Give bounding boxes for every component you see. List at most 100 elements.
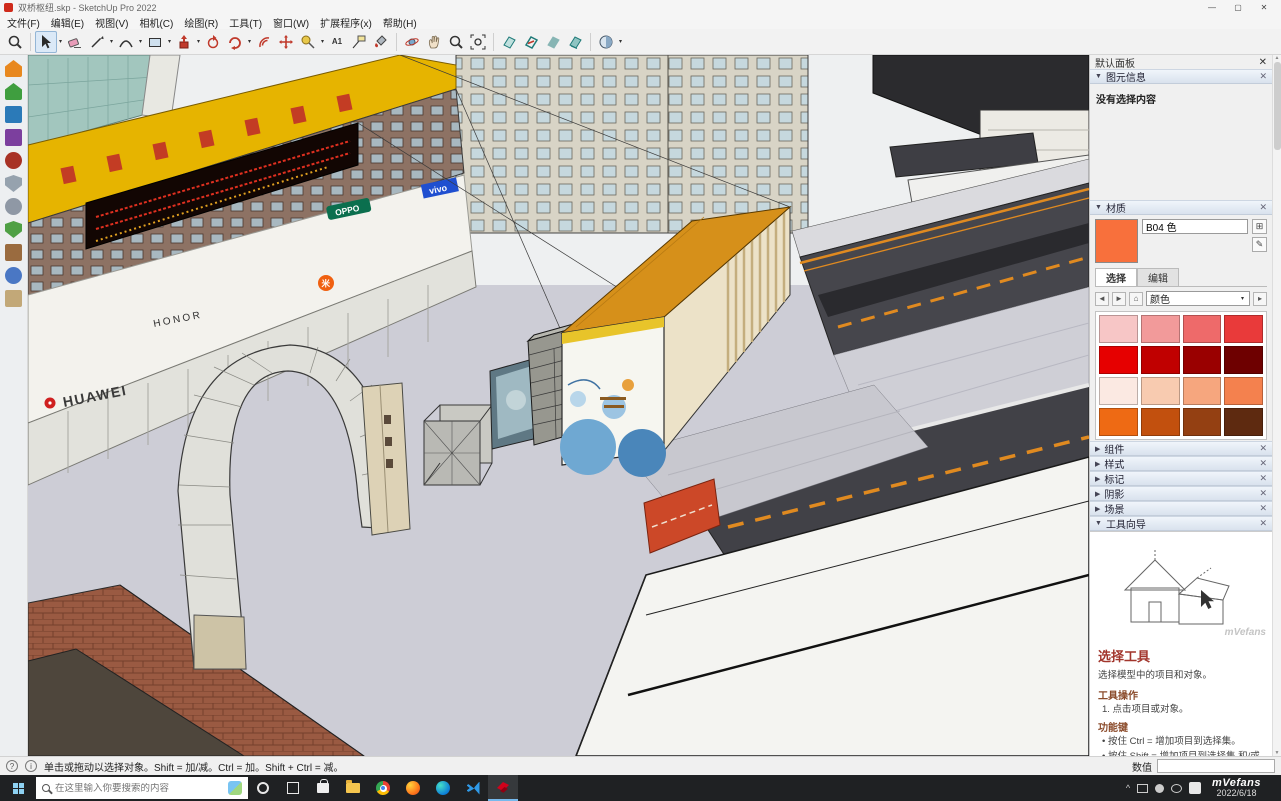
section-tags[interactable]: ▶ 标记 ✕: [1090, 471, 1272, 486]
menu-view[interactable]: 视图(V): [95, 15, 128, 30]
section-display-toggle-button[interactable]: [520, 31, 542, 53]
color-swatch[interactable]: [1224, 408, 1263, 436]
in-model-button[interactable]: ⌂: [1129, 292, 1143, 306]
menu-draw[interactable]: 绘图(R): [184, 15, 218, 30]
firefox-button[interactable]: [398, 775, 428, 801]
model-viewport[interactable]: vivo OPPO 米 HONOR HUAWEI: [28, 55, 1089, 756]
instructor-close-icon[interactable]: ✕: [1259, 518, 1267, 529]
cube-purple-icon[interactable]: [5, 129, 22, 146]
orbit-tool-button[interactable]: [401, 31, 423, 53]
scrollbar-thumb[interactable]: [1274, 62, 1281, 150]
section-close-icon[interactable]: ✕: [1259, 473, 1267, 484]
color-swatch[interactable]: [1141, 408, 1180, 436]
measurements-input[interactable]: [1157, 759, 1275, 773]
color-swatch[interactable]: [1141, 315, 1180, 343]
ime-icon[interactable]: [1189, 782, 1201, 794]
menu-camera[interactable]: 相机(C): [139, 15, 173, 30]
color-swatch[interactable]: [1141, 377, 1180, 405]
color-swatch[interactable]: [1099, 346, 1138, 374]
tab-select[interactable]: 选择: [1095, 268, 1137, 286]
section-fill-toggle-button[interactable]: [564, 31, 586, 53]
section-scenes[interactable]: ▶ 场景 ✕: [1090, 501, 1272, 516]
tray-scrollbar[interactable]: ▲ ▼: [1272, 55, 1281, 756]
section-close-icon[interactable]: ✕: [1259, 458, 1267, 469]
arc-tool-caret[interactable]: ▾: [137, 38, 144, 45]
tab-edit[interactable]: 编辑: [1137, 268, 1179, 286]
task-view-button[interactable]: [278, 775, 308, 801]
tray-close-icon[interactable]: ✕: [1259, 57, 1267, 68]
tape-measure-caret[interactable]: ▾: [319, 38, 326, 45]
geolocation-icon[interactable]: ?: [6, 760, 18, 772]
face-style-button[interactable]: [595, 31, 617, 53]
menu-tools[interactable]: 工具(T): [229, 15, 262, 30]
menu-window[interactable]: 窗口(W): [273, 15, 309, 30]
info-icon[interactable]: i: [25, 760, 37, 772]
color-swatch[interactable]: [1183, 346, 1222, 374]
materials-header[interactable]: ▼ 材质 ✕: [1090, 200, 1272, 215]
network-icon[interactable]: [1171, 784, 1182, 793]
taskbar-search[interactable]: [36, 777, 248, 799]
figure-icon[interactable]: [5, 198, 22, 215]
color-swatch[interactable]: [1183, 377, 1222, 405]
rectangle-tool-button[interactable]: [144, 31, 166, 53]
box-brown-icon[interactable]: [5, 244, 22, 261]
leaf-icon[interactable]: [5, 221, 22, 238]
color-swatch[interactable]: [1183, 315, 1222, 343]
monitor-icon[interactable]: [1137, 784, 1148, 793]
section-cuts-toggle-button[interactable]: [542, 31, 564, 53]
materials-close-icon[interactable]: ✕: [1259, 202, 1267, 213]
edge-button[interactable]: [428, 775, 458, 801]
close-button[interactable]: ✕: [1251, 3, 1277, 12]
color-swatch[interactable]: [1099, 377, 1138, 405]
tray-chevron-icon[interactable]: ^: [1126, 783, 1130, 793]
house-green-icon[interactable]: [5, 83, 22, 100]
section-close-icon[interactable]: ✕: [1259, 443, 1267, 454]
push-pull-tool-button[interactable]: [173, 31, 195, 53]
face-style-caret[interactable]: ▾: [617, 38, 624, 45]
start-button[interactable]: [0, 775, 36, 801]
chrome-button[interactable]: [368, 775, 398, 801]
select-tool-caret[interactable]: ▾: [57, 38, 64, 45]
color-swatch[interactable]: [1099, 408, 1138, 436]
rotate-tool-caret[interactable]: ▾: [246, 38, 253, 45]
section-close-icon[interactable]: ✕: [1259, 488, 1267, 499]
eraser-tool-button[interactable]: [64, 31, 86, 53]
follow-me-tool-button[interactable]: [202, 31, 224, 53]
collection-dropdown[interactable]: 颜色 ▾: [1146, 291, 1250, 306]
zoom-extents-tool-button[interactable]: [467, 31, 489, 53]
box-blue-icon[interactable]: [5, 267, 22, 284]
house-orange-icon[interactable]: [5, 60, 22, 77]
cube-blue-icon[interactable]: [5, 106, 22, 123]
back-button[interactable]: ◄: [1095, 292, 1109, 306]
create-material-button[interactable]: ⊞: [1252, 219, 1267, 234]
sample-paint-button[interactable]: ✎: [1252, 237, 1267, 252]
onedrive-icon[interactable]: [1155, 784, 1164, 793]
arc-tool-button[interactable]: [115, 31, 137, 53]
rectangle-tool-caret[interactable]: ▾: [166, 38, 173, 45]
section-close-icon[interactable]: ✕: [1259, 503, 1267, 514]
sket­chup-taskbar-button[interactable]: [488, 775, 518, 801]
box-tan-icon[interactable]: [5, 290, 22, 307]
line-tool-button[interactable]: [86, 31, 108, 53]
select-tool-button[interactable]: [35, 31, 57, 53]
entity-info-header[interactable]: ▼ 图元信息 ✕: [1090, 69, 1272, 84]
section-styles[interactable]: ▶ 样式 ✕: [1090, 456, 1272, 471]
material-name-input[interactable]: [1142, 219, 1248, 234]
code-button[interactable]: [458, 775, 488, 801]
section-shadows[interactable]: ▶ 阴影 ✕: [1090, 486, 1272, 501]
material-preview-swatch[interactable]: [1095, 219, 1138, 263]
scroll-up-icon[interactable]: ▲: [1275, 55, 1280, 61]
rotate-tool-button[interactable]: [224, 31, 246, 53]
details-button[interactable]: ▸: [1253, 292, 1267, 306]
color-swatch[interactable]: [1224, 377, 1263, 405]
color-swatch[interactable]: [1099, 315, 1138, 343]
menu-help[interactable]: 帮助(H): [383, 15, 417, 30]
clock-area[interactable]: mVefans 2022/6/18: [1208, 778, 1265, 799]
zoom-window-tool-button[interactable]: [4, 31, 26, 53]
color-swatch[interactable]: [1141, 346, 1180, 374]
store-button[interactable]: [308, 775, 338, 801]
minimize-button[interactable]: —: [1199, 3, 1225, 12]
section-plane-tool-button[interactable]: [498, 31, 520, 53]
instructor-header[interactable]: ▼ 工具向导 ✕: [1090, 516, 1272, 531]
menu-extensions[interactable]: 扩展程序(x): [320, 15, 372, 30]
